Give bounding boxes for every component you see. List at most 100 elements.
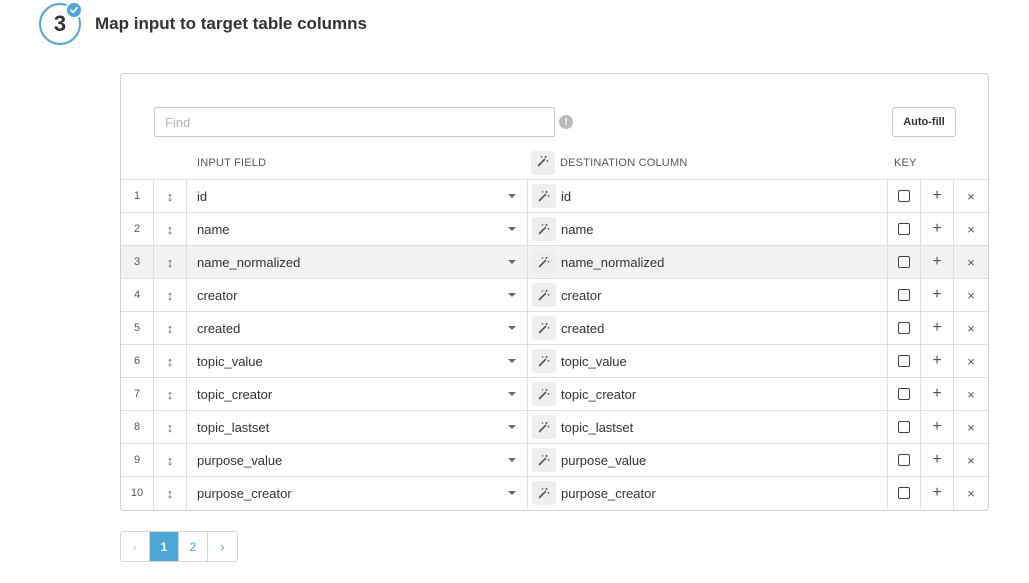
add-row-button[interactable]: + (921, 477, 954, 509)
destination-column-field[interactable]: topic_lastset (528, 411, 888, 443)
magic-wand-icon[interactable] (532, 382, 556, 406)
input-field-value: topic_value (197, 353, 263, 369)
magic-wand-icon[interactable] (532, 448, 556, 472)
add-row-button[interactable]: + (921, 180, 954, 212)
page-1-button[interactable]: 1 (150, 532, 179, 561)
mapping-panel: ! Auto-fill INPUT FIELD DESTINATION COLU… (120, 73, 989, 511)
destination-column-value: name_normalized (561, 254, 665, 270)
add-row-button[interactable]: + (921, 378, 954, 410)
input-field-value: name (197, 221, 230, 237)
magic-wand-icon[interactable] (532, 250, 556, 274)
remove-row-button[interactable]: × (954, 213, 988, 245)
destination-column-field[interactable]: creator (528, 279, 888, 311)
destination-column-field[interactable]: topic_creator (528, 378, 888, 410)
destination-column-field[interactable]: purpose_creator (528, 477, 888, 509)
add-row-button[interactable]: + (921, 444, 954, 476)
add-row-button[interactable]: + (921, 246, 954, 278)
table-row: 5 ↕ created created + × (121, 311, 988, 344)
drag-handle-icon[interactable]: ↕ (154, 411, 187, 443)
destination-column-field[interactable]: name (528, 213, 888, 245)
drag-handle-icon[interactable]: ↕ (154, 444, 187, 476)
magic-wand-icon[interactable] (532, 349, 556, 373)
page-2-button[interactable]: 2 (179, 532, 208, 561)
chevron-down-icon (508, 326, 516, 330)
input-field-select[interactable]: id (187, 180, 528, 212)
chevron-down-icon (508, 392, 516, 396)
chevron-down-icon (508, 425, 516, 429)
header-auto-map-button[interactable] (531, 151, 555, 175)
key-checkbox[interactable] (898, 454, 910, 466)
drag-handle-icon[interactable]: ↕ (154, 477, 187, 509)
key-checkbox[interactable] (898, 421, 910, 433)
remove-row-button[interactable]: × (954, 180, 988, 212)
input-field-select[interactable]: topic_value (187, 345, 528, 377)
remove-row-button[interactable]: × (954, 246, 988, 278)
remove-row-button[interactable]: × (954, 279, 988, 311)
add-row-button[interactable]: + (921, 312, 954, 344)
key-cell (888, 180, 921, 212)
magic-wand-icon[interactable] (532, 316, 556, 340)
add-row-button[interactable]: + (921, 411, 954, 443)
magic-wand-icon[interactable] (532, 481, 556, 505)
key-checkbox[interactable] (898, 388, 910, 400)
chevron-down-icon (508, 227, 516, 231)
remove-row-button[interactable]: × (954, 411, 988, 443)
magic-wand-icon[interactable] (532, 415, 556, 439)
prev-page-button[interactable]: ‹ (121, 532, 150, 561)
destination-column-field[interactable]: topic_value (528, 345, 888, 377)
remove-row-button[interactable]: × (954, 345, 988, 377)
key-checkbox[interactable] (898, 355, 910, 367)
input-field-header: INPUT FIELD (197, 157, 267, 169)
destination-column-field[interactable]: purpose_value (528, 444, 888, 476)
input-field-select[interactable]: purpose_value (187, 444, 528, 476)
destination-column-field[interactable]: name_normalized (528, 246, 888, 278)
input-field-select[interactable]: name (187, 213, 528, 245)
key-checkbox[interactable] (898, 190, 910, 202)
table-row: 2 ↕ name name + × (121, 212, 988, 245)
drag-handle-icon[interactable]: ↕ (154, 213, 187, 245)
remove-row-button[interactable]: × (954, 312, 988, 344)
drag-handle-icon[interactable]: ↕ (154, 246, 187, 278)
destination-column-value: creator (561, 287, 602, 303)
drag-handle-icon[interactable]: ↕ (154, 180, 187, 212)
auto-fill-button[interactable]: Auto-fill (892, 107, 956, 137)
input-field-select[interactable]: creator (187, 279, 528, 311)
drag-handle-icon[interactable]: ↕ (154, 312, 187, 344)
magic-wand-icon[interactable] (532, 217, 556, 241)
add-row-button[interactable]: + (921, 345, 954, 377)
input-field-select[interactable]: created (187, 312, 528, 344)
input-field-value: created (197, 320, 241, 336)
destination-column-value: purpose_value (561, 452, 647, 468)
next-page-button[interactable]: › (208, 532, 237, 561)
magic-wand-icon[interactable] (532, 184, 556, 208)
remove-row-button[interactable]: × (954, 444, 988, 476)
table-row: 10 ↕ purpose_creator purpose_creator + × (121, 476, 988, 509)
input-field-value: purpose_value (197, 452, 283, 468)
input-field-select[interactable]: purpose_creator (187, 477, 528, 509)
input-field-select[interactable]: name_normalized (187, 246, 528, 278)
find-input[interactable] (154, 107, 555, 137)
input-field-select[interactable]: topic_lastset (187, 411, 528, 443)
key-checkbox[interactable] (898, 487, 910, 499)
input-field-select[interactable]: topic_creator (187, 378, 528, 410)
add-row-button[interactable]: + (921, 279, 954, 311)
drag-handle-icon[interactable]: ↕ (154, 279, 187, 311)
add-row-button[interactable]: + (921, 213, 954, 245)
drag-handle-icon[interactable]: ↕ (154, 378, 187, 410)
input-field-value: topic_creator (197, 386, 273, 402)
key-checkbox[interactable] (898, 256, 910, 268)
chevron-down-icon (508, 458, 516, 462)
remove-row-button[interactable]: × (954, 477, 988, 509)
row-number: 10 (121, 477, 154, 509)
key-checkbox[interactable] (898, 289, 910, 301)
destination-column-field[interactable]: created (528, 312, 888, 344)
magic-wand-icon[interactable] (532, 283, 556, 307)
remove-row-button[interactable]: × (954, 378, 988, 410)
key-checkbox[interactable] (898, 322, 910, 334)
destination-column-field[interactable]: id (528, 180, 888, 212)
input-field-value: name_normalized (197, 254, 301, 270)
info-icon[interactable]: ! (559, 115, 573, 129)
pagination: ‹ 1 2 › (120, 531, 238, 562)
drag-handle-icon[interactable]: ↕ (154, 345, 187, 377)
key-checkbox[interactable] (898, 223, 910, 235)
